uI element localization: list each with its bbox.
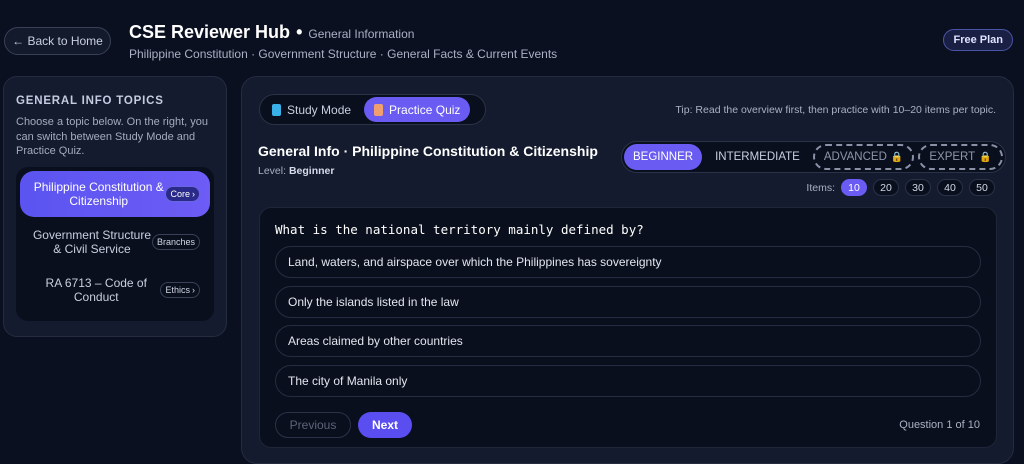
page-title: CSE Reviewer Hub • General Information: [129, 22, 414, 43]
topic-tag-label: Core: [170, 188, 190, 199]
items-label: Items:: [806, 181, 835, 194]
quiz-card: What is the national territory mainly de…: [259, 207, 997, 448]
difficulty-label: BEGINNER: [633, 151, 694, 163]
items-10-button[interactable]: 10: [841, 179, 867, 196]
topic-tag: Branches: [151, 233, 200, 250]
topic-tag: Ethics ›: [160, 281, 200, 298]
question-counter: Question 1 of 10: [899, 419, 980, 431]
difficulty-selector: BEGINNER INTERMEDIATE ADVANCED 🔒 EXPERT …: [621, 141, 1006, 173]
topic-tag: Core ›: [165, 185, 200, 202]
difficulty-beginner[interactable]: BEGINNER: [624, 144, 703, 170]
lock-icon: 🔒: [979, 151, 992, 163]
sidebar-item-code-of-conduct[interactable]: RA 6713 – Code of Conduct Ethics ›: [20, 267, 210, 313]
chevron-right-icon: ›: [192, 188, 195, 199]
breadcrumb: Philippine Constitution · Government Str…: [129, 47, 558, 61]
items-30-button[interactable]: 30: [905, 179, 931, 196]
difficulty-expert[interactable]: EXPERT 🔒: [918, 144, 1003, 170]
plan-badge: Free Plan: [943, 29, 1013, 51]
difficulty-label: INTERMEDIATE: [715, 151, 800, 163]
next-button[interactable]: Next: [358, 412, 412, 438]
question-text: What is the national territory mainly de…: [275, 222, 644, 237]
sidebar-item-label: RA 6713 – Code of Conduct: [45, 275, 147, 304]
back-to-home-button[interactable]: ← Back to Home: [4, 27, 111, 55]
sidebar-item-constitution[interactable]: Philippine Constitution & Citizenship Co…: [20, 170, 210, 217]
practice-quiz-button[interactable]: Practice Quiz: [364, 97, 471, 122]
quiz-title: General Info · Philippine Constitution &…: [258, 143, 598, 159]
main-panel: Study Mode Practice Quiz Tip: Read the o…: [241, 76, 1014, 464]
difficulty-label: ADVANCED: [823, 151, 887, 163]
answer-option-3[interactable]: Areas claimed by other countries: [275, 325, 981, 357]
chevron-right-icon: ›: [192, 284, 195, 295]
book-icon: [272, 103, 281, 116]
title-separator: •: [296, 22, 303, 42]
items-20-button[interactable]: 20: [873, 179, 899, 196]
lock-icon: 🔒: [890, 151, 904, 163]
answer-option-2[interactable]: Only the islands listed in the law: [275, 286, 981, 318]
level-label: Level:: [258, 165, 287, 177]
answer-option-1[interactable]: Land, waters, and airspace over which th…: [275, 246, 981, 278]
sidebar-item-label: Government Structure & Civil Service: [32, 227, 152, 256]
tip-text: Tip: Read the overview first, then pract…: [675, 104, 996, 116]
sidebar: GENERAL INFO TOPICS Choose a topic below…: [3, 76, 227, 337]
study-mode-button[interactable]: Study Mode: [262, 97, 361, 122]
topic-tag-label: Branches: [156, 236, 195, 247]
page-subtitle: General Information: [308, 27, 415, 41]
difficulty-advanced[interactable]: ADVANCED 🔒: [812, 144, 915, 170]
topic-list: Philippine Constitution & Citizenship Co…: [16, 166, 214, 321]
level-indicator: Level: Beginner: [258, 165, 334, 177]
items-selector: Items: 10 20 30 40 50: [806, 179, 995, 196]
quiz-icon: [374, 103, 384, 116]
topic-tag-label: Ethics: [165, 284, 190, 295]
items-40-button[interactable]: 40: [937, 179, 963, 196]
sidebar-item-government[interactable]: Government Structure & Civil Service Bra…: [20, 219, 210, 265]
previous-button[interactable]: Previous: [275, 412, 351, 438]
items-50-button[interactable]: 50: [969, 179, 995, 196]
mode-label: Practice Quiz: [389, 102, 461, 117]
answer-option-4[interactable]: The city of Manila only: [275, 365, 981, 397]
sidebar-heading: GENERAL INFO TOPICS: [16, 95, 164, 107]
app-title-text: CSE Reviewer Hub: [129, 22, 291, 42]
level-value: Beginner: [288, 165, 335, 177]
sidebar-description: Choose a topic below. On the right, you …: [16, 116, 209, 157]
difficulty-label: EXPERT: [929, 151, 976, 163]
mode-label: Study Mode: [287, 102, 352, 117]
sidebar-item-label: Philippine Constitution & Citizenship: [33, 179, 164, 208]
difficulty-intermediate[interactable]: INTERMEDIATE: [706, 144, 809, 170]
mode-toggle: Study Mode Practice Quiz: [259, 94, 486, 125]
